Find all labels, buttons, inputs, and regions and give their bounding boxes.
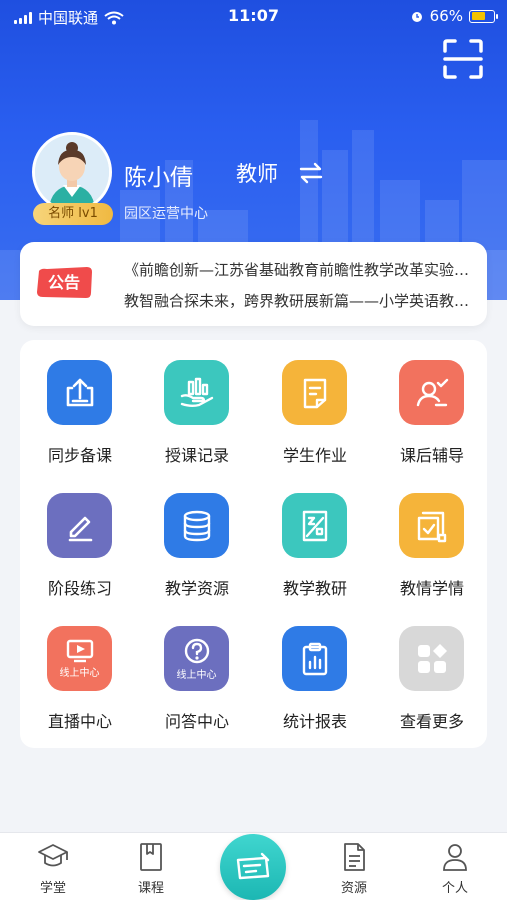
tutor-icon: [399, 360, 464, 425]
feature-label: 授课记录: [164, 446, 229, 465]
announcement-card[interactable]: 公告 《前瞻创新—江苏省基础教育前瞻性教学改革实验项目 教智融合探未来，跨界教研…: [20, 242, 487, 326]
homework-icon: [282, 360, 347, 425]
qa-sub-label: 线上中心: [176, 669, 217, 681]
feature-label: 教学教研: [282, 579, 347, 598]
upload-doc-icon: [47, 360, 112, 425]
report-icon: [282, 626, 347, 691]
alarm-icon: [411, 12, 422, 22]
feature-label: 教情学情: [399, 579, 464, 598]
feature-view-more[interactable]: 查看更多: [377, 606, 487, 731]
announcement-tag: 公告: [35, 267, 93, 299]
feature-teaching-learning-analysis[interactable]: 教情学情: [377, 473, 487, 598]
tab-school[interactable]: 学堂: [18, 833, 88, 900]
feature-label: 统计报表: [282, 712, 347, 731]
tab-profile[interactable]: 个人: [420, 833, 490, 900]
feature-statistics-report[interactable]: 统计报表: [260, 606, 370, 731]
feature-label: 教学资源: [164, 579, 229, 598]
tab-label: 资源: [340, 881, 367, 896]
analysis-icon: [399, 493, 464, 558]
tab-label: 个人: [441, 881, 468, 896]
announcement-line[interactable]: 《前瞻创新—江苏省基础教育前瞻性教学改革实验项目: [124, 259, 474, 280]
center-action-button[interactable]: [220, 834, 286, 900]
tab-resources[interactable]: 资源: [319, 833, 389, 900]
feature-after-class-tutoring[interactable]: 课后辅导: [377, 340, 487, 465]
document-icon: [344, 843, 365, 871]
more-grid-icon: [399, 626, 464, 691]
user-role[interactable]: 教师: [236, 158, 278, 188]
battery-icon: [469, 9, 498, 23]
teacher-level-badge: 名师 lv1: [33, 203, 113, 225]
research-icon: [282, 493, 347, 558]
feature-label: 查看更多: [399, 712, 464, 731]
feature-label: 课后辅导: [399, 446, 464, 465]
teacher-avatar-illustration: [35, 135, 109, 209]
database-icon: [164, 493, 229, 558]
battery-percent: 66%: [429, 7, 463, 25]
feature-student-homework[interactable]: 学生作业: [260, 340, 370, 465]
feature-qa-center[interactable]: 线上中心 问答中心: [142, 606, 252, 731]
tab-label: 学堂: [39, 881, 66, 896]
person-icon: [443, 844, 467, 871]
feature-label: 学生作业: [282, 446, 347, 465]
switch-role-icon[interactable]: [298, 161, 324, 185]
feature-label: 直播中心: [47, 712, 112, 731]
feature-label: 阶段练习: [47, 579, 112, 598]
record-chart-icon: [164, 360, 229, 425]
announcement-line[interactable]: 教智融合探未来，跨界教研展新篇——小学英语教研活动: [124, 290, 474, 311]
feature-label: 同步备课: [47, 446, 112, 465]
live-icon: 线上中心: [47, 626, 112, 691]
feature-sync-prep[interactable]: 同步备课: [25, 340, 135, 465]
user-name: 陈小倩: [124, 165, 193, 191]
feature-live-center[interactable]: 线上中心 直播中心: [25, 606, 135, 731]
organization-label: 园区运营中心: [124, 206, 208, 222]
tab-courses[interactable]: 课程: [116, 833, 186, 900]
pencil-icon: [47, 493, 112, 558]
center-action-icon: [236, 852, 270, 880]
status-bar: 中国联通 11:07 66%: [0, 0, 507, 34]
feature-stage-practice[interactable]: 阶段练习: [25, 473, 135, 598]
avatar[interactable]: [32, 132, 112, 212]
feature-teaching-resources[interactable]: 教学资源: [142, 473, 252, 598]
question-icon: 线上中心: [164, 626, 229, 691]
feature-teaching-research[interactable]: 教学教研: [260, 473, 370, 598]
live-sub-label: 线上中心: [59, 667, 100, 679]
tab-label: 课程: [137, 881, 164, 896]
feature-label: 问答中心: [164, 712, 229, 731]
scan-qr-icon[interactable]: [442, 38, 484, 80]
feature-grid: 同步备课 授课记录 学生作业 课后辅导 阶段练习 教学资源 教学教研 教情学情 …: [20, 340, 487, 748]
feature-teaching-record[interactable]: 授课记录: [142, 340, 252, 465]
book-icon: [140, 843, 162, 871]
graduation-cap-icon: [38, 844, 68, 867]
